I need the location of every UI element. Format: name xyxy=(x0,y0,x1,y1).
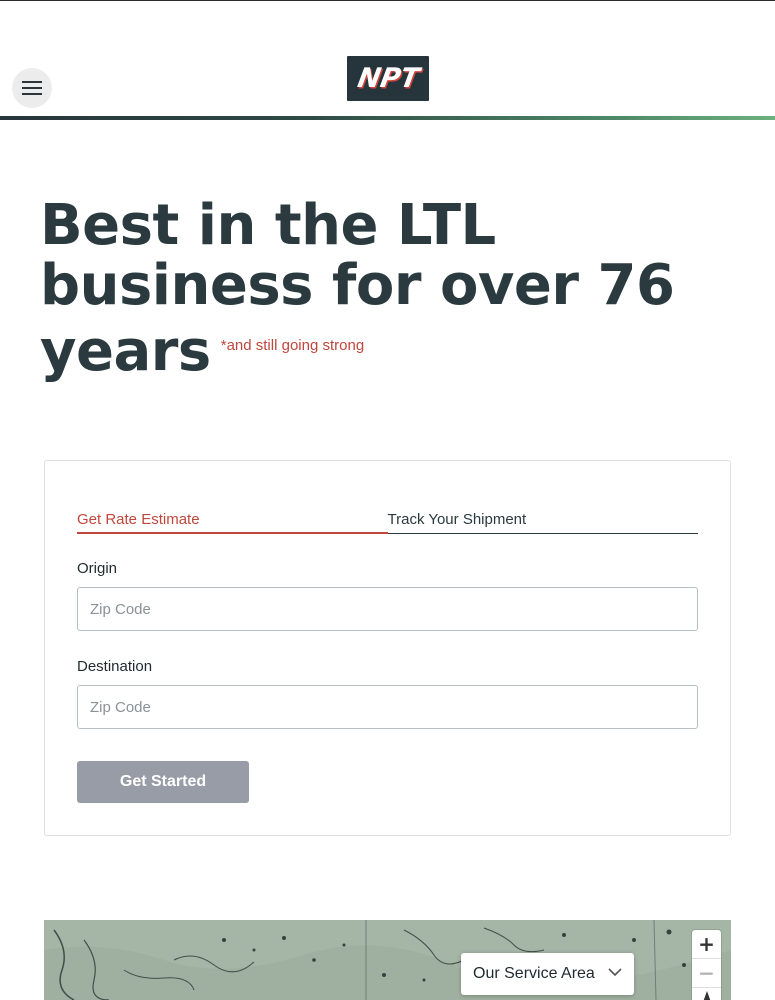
get-started-button[interactable]: Get Started xyxy=(77,761,249,803)
zoom-in-button[interactable]: + xyxy=(692,930,721,959)
compass-north-icon xyxy=(703,991,710,1000)
destination-label: Destination xyxy=(77,658,153,675)
zoom-out-button[interactable]: − xyxy=(692,959,721,988)
destination-zip-input[interactable] xyxy=(77,685,698,729)
map-zoom-controls: + − xyxy=(692,930,721,1000)
tab-track-your-shipment[interactable]: Track Your Shipment xyxy=(387,510,698,534)
tab-get-rate-estimate[interactable]: Get Rate Estimate xyxy=(77,510,388,534)
service-area-select[interactable]: Our Service Area xyxy=(461,953,634,995)
form-tabs: Get Rate Estimate Track Your Shipment xyxy=(77,510,698,534)
origin-zip-input[interactable] xyxy=(77,587,698,631)
menu-button[interactable] xyxy=(12,68,52,108)
header-gradient-bar xyxy=(0,116,775,120)
origin-label: Origin xyxy=(77,560,118,577)
service-area-select-label: Our Service Area xyxy=(473,965,595,982)
hamburger-menu-icon xyxy=(22,81,42,95)
service-area-map[interactable]: Our Service Area + − xyxy=(44,920,731,1000)
npt-logo[interactable]: NPT xyxy=(347,56,429,101)
hero-title: Best in the LTL business for over 76 yea… xyxy=(40,196,720,382)
compass-button[interactable] xyxy=(692,988,721,1000)
logo-text: NPT xyxy=(354,63,422,94)
site-header: NPT xyxy=(0,1,775,116)
hero-title-text: Best in the LTL business for over 76 yea… xyxy=(40,193,675,384)
chevron-down-icon xyxy=(608,968,622,977)
rate-estimate-card: Get Rate Estimate Track Your Shipment Or… xyxy=(44,460,731,836)
hero-note: *and still going strong xyxy=(220,337,365,354)
